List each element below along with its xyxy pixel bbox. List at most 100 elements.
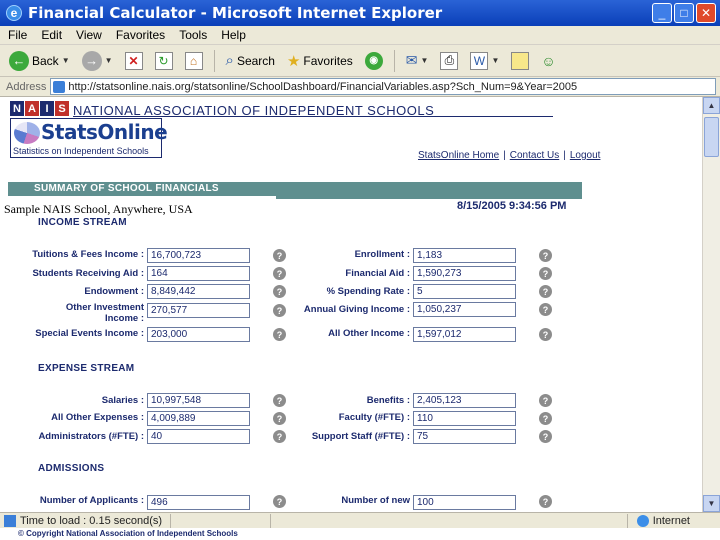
salaries-input[interactable]: 10,997,548: [147, 393, 250, 408]
chevron-down-icon: ▼: [104, 56, 113, 65]
chevron-down-icon: ▼: [61, 56, 70, 65]
students-aid-input[interactable]: 164: [147, 266, 250, 281]
mail-button[interactable]: ✉ ▼: [403, 48, 432, 74]
refresh-icon: ↻: [154, 51, 173, 70]
status-bar: Time to load : 0.15 second(s) Internet: [0, 512, 720, 528]
toolbar-divider: [393, 49, 395, 72]
security-zone: Internet: [626, 513, 720, 528]
help-icon[interactable]: ?: [273, 328, 286, 341]
header-rule: [73, 116, 553, 117]
address-input[interactable]: http://statsonline.nais.org/statsonline/…: [50, 78, 716, 95]
menu-favorites[interactable]: Favorites: [116, 28, 165, 42]
faculty-input[interactable]: 110: [413, 411, 516, 426]
enrollment-input[interactable]: 1,183: [413, 248, 516, 263]
scroll-up-icon[interactable]: ▲: [703, 97, 720, 114]
logo-letter: N: [10, 101, 24, 116]
scroll-down-icon[interactable]: ▼: [703, 495, 720, 512]
minimize-icon[interactable]: _: [652, 3, 672, 23]
help-icon[interactable]: ?: [273, 495, 286, 508]
print-button[interactable]: ⎙: [437, 48, 461, 74]
status-cell: [626, 513, 633, 528]
help-icon[interactable]: ?: [539, 267, 552, 280]
endowment-input[interactable]: 8,849,442: [147, 284, 250, 299]
messenger-button[interactable]: ☺: [538, 48, 558, 74]
vertical-scrollbar[interactable]: ▲ ▼: [702, 97, 720, 512]
field-label: Students Receiving Aid :: [32, 268, 144, 279]
special-events-input[interactable]: 203,000: [147, 327, 250, 342]
edit-page-icon: W: [470, 51, 489, 70]
help-icon[interactable]: ?: [539, 394, 552, 407]
link-statsonline-home[interactable]: StatsOnline Home: [418, 150, 499, 161]
tuition-input[interactable]: 16,700,723: [147, 248, 250, 263]
admissions-section-title: ADMISSIONS: [38, 463, 105, 474]
field-label: Support Staff (#FTE) :: [311, 431, 410, 442]
summary-bar-strip: [276, 196, 582, 199]
menu-help[interactable]: Help: [221, 28, 246, 42]
field-label: Administrators (#FTE) :: [38, 431, 144, 442]
mail-icon: ✉: [405, 52, 418, 68]
forward-arrow-icon: →: [81, 50, 102, 71]
search-button[interactable]: ⌕ Search: [223, 48, 278, 74]
search-label: Search: [236, 53, 275, 68]
benefits-input[interactable]: 2,405,123: [413, 393, 516, 408]
help-icon[interactable]: ?: [273, 394, 286, 407]
menu-edit[interactable]: Edit: [41, 28, 62, 42]
help-icon[interactable]: ?: [539, 412, 552, 425]
new-students-input[interactable]: 100: [413, 495, 516, 510]
help-icon[interactable]: ?: [539, 303, 552, 316]
annual-giving-input[interactable]: 1,050,237: [413, 302, 516, 317]
menu-file[interactable]: File: [8, 28, 27, 42]
field-label: Annual Giving Income :: [303, 304, 410, 315]
ie-logo-icon: e: [6, 5, 22, 21]
forward-button[interactable]: → ▼: [79, 48, 116, 74]
window-title: Financial Calculator - Microsoft Interne…: [28, 4, 443, 22]
refresh-button[interactable]: ↻: [152, 48, 176, 74]
maximize-icon[interactable]: □: [674, 3, 694, 23]
favorites-button[interactable]: ★ Favorites: [284, 48, 356, 74]
applicants-input[interactable]: 496: [147, 495, 250, 510]
back-button[interactable]: ← Back ▼: [6, 48, 73, 74]
other-investment-input[interactable]: 270,577: [147, 303, 250, 318]
help-icon[interactable]: ?: [539, 249, 552, 262]
field-label: Number of new: [341, 495, 410, 506]
other-expenses-input[interactable]: 4,009,889: [147, 411, 250, 426]
status-text: Time to load : 0.15 second(s): [20, 514, 163, 527]
page-icon: [4, 514, 16, 527]
financial-aid-input[interactable]: 1,590,273: [413, 266, 516, 281]
field-label: Other Investment Income :: [65, 302, 144, 324]
edit-button[interactable]: W ▼: [467, 48, 502, 74]
menu-tools[interactable]: Tools: [179, 28, 207, 42]
link-contact-us[interactable]: Contact Us: [510, 150, 559, 161]
back-label: Back: [32, 53, 59, 68]
all-other-income-input[interactable]: 1,597,012: [413, 327, 516, 342]
help-icon[interactable]: ?: [273, 285, 286, 298]
statsonline-logo: StatsOnline Statistics on Independent Sc…: [10, 118, 168, 158]
field-label: All Other Income :: [328, 328, 410, 339]
menu-view[interactable]: View: [76, 28, 102, 42]
home-icon: ⌂: [184, 51, 203, 70]
status-cell: [170, 513, 270, 528]
help-icon[interactable]: ?: [539, 495, 552, 508]
support-staff-input[interactable]: 75: [413, 429, 516, 444]
help-icon[interactable]: ?: [539, 285, 552, 298]
toolbar-divider: [213, 49, 215, 72]
discuss-button[interactable]: [508, 48, 532, 74]
help-icon[interactable]: ?: [273, 412, 286, 425]
close-icon[interactable]: ✕: [696, 3, 716, 23]
help-icon[interactable]: ?: [273, 430, 286, 443]
link-logout[interactable]: Logout: [570, 150, 601, 161]
help-icon[interactable]: ?: [273, 304, 286, 317]
administrators-input[interactable]: 40: [147, 429, 250, 444]
spending-rate-input[interactable]: 5: [413, 284, 516, 299]
toolbar: ← Back ▼ → ▼ ✕ ↻ ⌂ ⌕ Search ★ Favorites …: [0, 45, 720, 77]
help-icon[interactable]: ?: [539, 328, 552, 341]
home-button[interactable]: ⌂: [182, 48, 206, 74]
scroll-thumb[interactable]: [704, 117, 719, 157]
timestamp: 8/15/2005 9:34:56 PM: [457, 200, 567, 212]
help-icon[interactable]: ?: [273, 267, 286, 280]
help-icon[interactable]: ?: [539, 430, 552, 443]
help-icon[interactable]: ?: [273, 249, 286, 262]
media-button[interactable]: ◉: [362, 48, 386, 74]
address-bar: Address http://statsonline.nais.org/stat…: [0, 77, 720, 97]
stop-button[interactable]: ✕: [122, 48, 146, 74]
